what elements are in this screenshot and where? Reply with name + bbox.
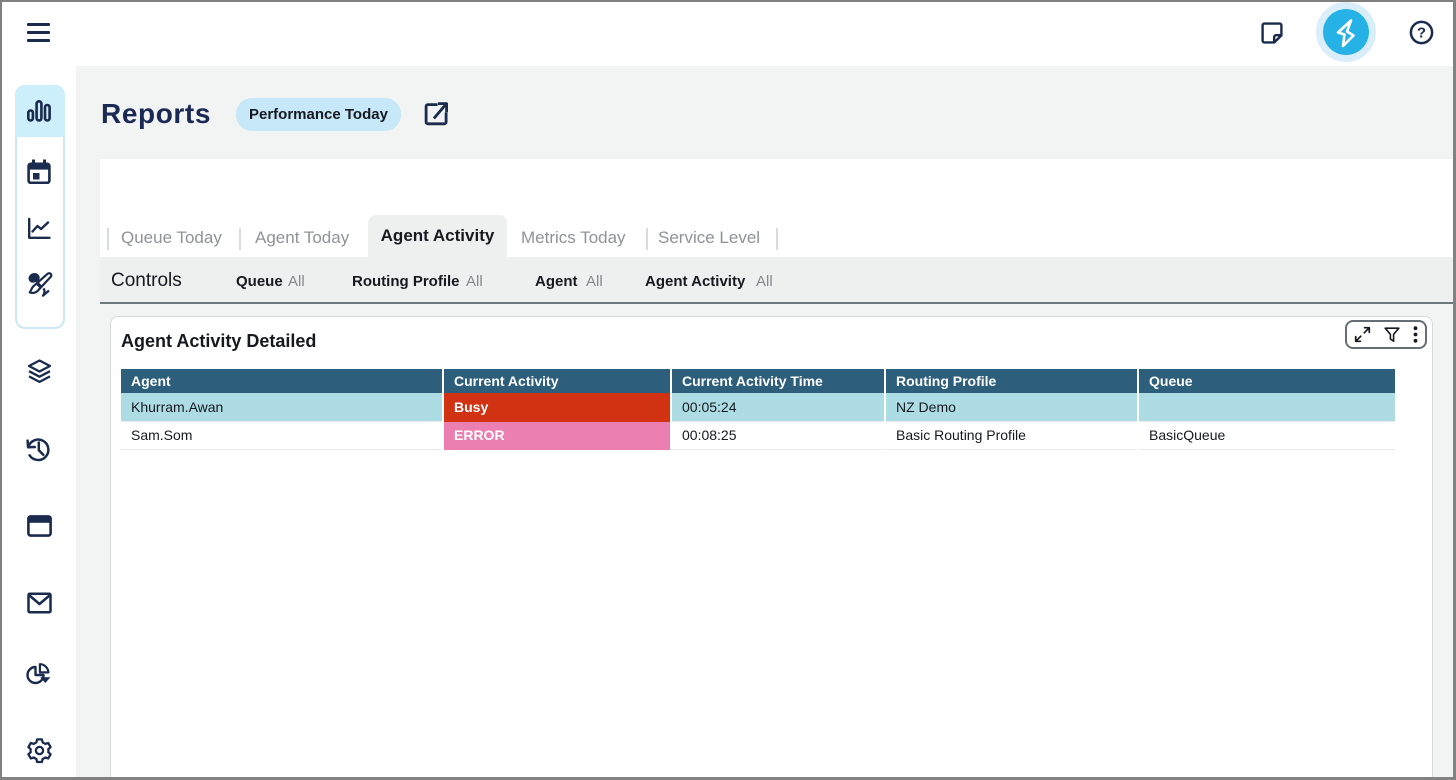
- svg-text:?: ?: [1417, 25, 1426, 42]
